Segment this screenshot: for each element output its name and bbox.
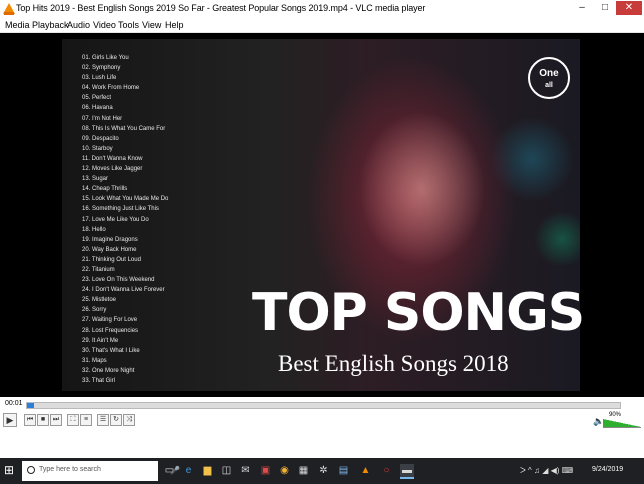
seek-bar[interactable] [26, 402, 621, 409]
photos-icon[interactable]: ▣ [260, 464, 271, 477]
playback-controls: ▶ ⏮ ■ ⏭ ⛶ ≡ ☰ ↻ ⤨ 🔈 90% [0, 411, 644, 430]
close-button[interactable]: ✕ [616, 1, 642, 15]
song-list-item: 03. Lush Life [82, 75, 117, 82]
song-list-item: 33. That Girl [82, 378, 115, 384]
mail-icon[interactable]: ✉ [240, 464, 251, 477]
volume-slider[interactable] [603, 419, 641, 428]
menu-view[interactable]: View [142, 20, 161, 30]
menu-bar: Media Playback Audio Video Tools View He… [0, 18, 644, 33]
taskbar: ⊞ Type here to search 🎤 ▭ e ▆ ◫ ✉ ▣ ◉ ▦ … [0, 458, 644, 484]
notepad-icon[interactable]: ▤ [338, 464, 349, 477]
video-area[interactable]: 01. Girls Like You 02. Symphony 03. Lush L… [0, 33, 644, 397]
menu-help[interactable]: Help [165, 20, 184, 30]
song-list-item: 24. I Don't Wanna Live Forever [82, 287, 165, 294]
song-list-item: 18. Hello [82, 226, 106, 233]
calculator-icon[interactable]: ▦ [298, 464, 309, 477]
song-list-item: 31. Maps [82, 357, 107, 364]
song-list-item: 22. Titanium [82, 266, 115, 273]
song-list-item: 02. Symphony [82, 65, 121, 72]
menu-video[interactable]: Video [93, 20, 116, 30]
video-frame: 01. Girls Like You 02. Symphony 03. Lush L… [62, 39, 585, 391]
menu-playback[interactable]: Playback [32, 20, 69, 30]
window-titlebar: Top Hits 2019 - Best English Songs 2019 … [0, 0, 644, 18]
song-list-item: 04. Work From Home [82, 85, 140, 92]
task-view-icon[interactable]: ▭ [164, 464, 175, 477]
song-list-item: 16. Something Just Like This [82, 206, 159, 213]
song-list-item: 05. Perfect [82, 95, 112, 102]
system-tray-icons[interactable]: ᐳ ^ ♫ ◢ ◀) ⌨ [520, 466, 573, 475]
song-list-item: 07. I'm Not Her [82, 115, 123, 122]
video-subheadline: Best English Songs 2018 [278, 351, 509, 376]
taskbar-clock[interactable]: 9/24/2019 [592, 466, 623, 473]
song-list-item: 27. Waiting For Love [82, 317, 138, 324]
settings-icon[interactable]: ✲ [318, 464, 329, 477]
elapsed-time: 00:01 [5, 400, 23, 407]
song-list: 01. Girls Like You 02. Symphony 03. Lush L… [82, 53, 168, 386]
song-list-item: 19. Imagine Dragons [82, 236, 138, 243]
taskbar-search-box[interactable]: Type here to search 🎤 [22, 461, 180, 481]
song-list-item: 13. Sugar [82, 176, 109, 183]
song-list-item: 23. Love On This Weekend [82, 277, 155, 284]
song-list-item: 21. Thinking Out Loud [82, 256, 141, 263]
maximize-button[interactable]: □ [594, 1, 616, 15]
song-list-item: 30. That's What I Like [82, 347, 140, 354]
song-list-item: 12. Moves Like Jagger [82, 166, 143, 173]
song-list-item: 29. It Ain't Me [82, 337, 119, 344]
menu-media[interactable]: Media [5, 20, 30, 30]
song-list-item: 32. One More Night [82, 367, 135, 374]
logo-subtext: all [545, 82, 553, 89]
song-list-item: 10. Starboy [82, 145, 113, 152]
previous-button[interactable]: ⏮ [24, 414, 36, 426]
opera-icon[interactable]: ○ [381, 464, 392, 477]
shuffle-button[interactable]: ⤨ [123, 414, 135, 426]
explorer-window-icon[interactable]: ▬ [400, 464, 414, 479]
vlc-cone-icon [3, 3, 15, 15]
song-list-item: 25. Mistletoe [82, 297, 117, 304]
menu-tools[interactable]: Tools [118, 20, 139, 30]
minimize-button[interactable]: – [571, 1, 593, 15]
fullscreen-button[interactable]: ⛶ [67, 414, 79, 426]
song-list-item: 14. Cheap Thrills [82, 186, 128, 193]
volume-percent: 90% [609, 412, 622, 418]
song-list-item: 26. Sorry [82, 307, 107, 314]
menu-audio[interactable]: Audio [67, 20, 90, 30]
play-button[interactable]: ▶ [3, 413, 17, 427]
windows-start-icon[interactable]: ⊞ [4, 464, 17, 477]
playlist-button[interactable]: ☰ [97, 414, 109, 426]
stop-button[interactable]: ■ [37, 414, 49, 426]
search-placeholder: Type here to search [39, 466, 101, 473]
song-list-item: 11. Don't Wanna Know [82, 155, 143, 162]
song-list-item: 09. Despacito [82, 135, 119, 142]
song-list-item: 28. Lost Frequencies [82, 327, 139, 334]
seek-row: 00:01 [0, 398, 644, 411]
file-explorer-icon[interactable]: ▆ [202, 464, 213, 477]
next-button[interactable]: ⏭ [50, 414, 62, 426]
edge-icon[interactable]: e [183, 464, 194, 477]
song-list-item: 08. This Is What You Came For [82, 125, 166, 132]
vlc-icon[interactable]: ▲ [360, 464, 371, 477]
desktop-gap [0, 430, 644, 458]
store-icon[interactable]: ◫ [221, 464, 232, 477]
seek-progress [27, 403, 35, 408]
song-list-item: 06. Havana [82, 105, 113, 112]
extended-settings-button[interactable]: ≡ [80, 414, 92, 426]
song-list-item: 17. Love Me Like You Do [82, 216, 149, 223]
song-list-item: 15. Look What You Made Me Do [82, 196, 169, 203]
song-list-item: 20. Way Back Home [82, 246, 137, 253]
loop-button[interactable]: ↻ [110, 414, 122, 426]
chrome-icon[interactable]: ◉ [279, 464, 290, 477]
search-icon [27, 466, 35, 474]
window-title: Top Hits 2019 - Best English Songs 2019 … [16, 3, 426, 13]
video-headline: TOP SONGS [252, 283, 585, 343]
channel-logo: One all [528, 57, 570, 99]
song-list-item: 01. Girls Like You [82, 55, 129, 61]
